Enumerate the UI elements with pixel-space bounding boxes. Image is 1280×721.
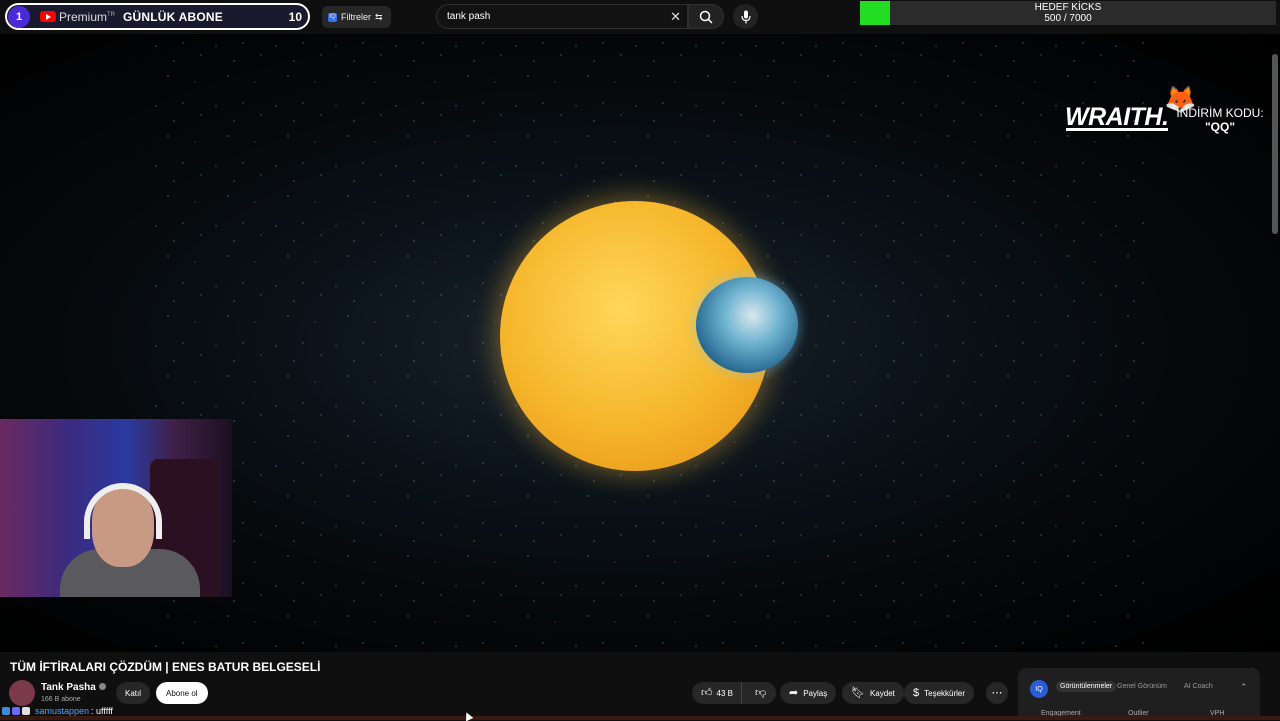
tune-icon: ⇆: [375, 11, 383, 22]
filters-label: Filtreler: [341, 12, 372, 22]
microphone-icon: [740, 10, 751, 23]
youtube-logo-icon: [40, 11, 56, 22]
thumbs-up-icon: 👍︎: [701, 686, 713, 699]
subscriber-start-count: 1: [8, 5, 30, 28]
thanks-label: Teşekkürler: [924, 688, 966, 698]
dislike-button[interactable]: 👎︎: [747, 686, 767, 699]
like-button[interactable]: 👍︎ 43 B: [692, 682, 742, 704]
channel-name-link[interactable]: Tank Pasha: [41, 682, 106, 693]
promo-value: "QQ": [1204, 120, 1236, 134]
share-button[interactable]: ➦ Paylaş: [780, 682, 837, 704]
search-icon: [699, 10, 713, 24]
earth-image: [696, 277, 798, 373]
daily-subscriber-widget: 1 PremiumTR GÜNLÜK ABONE 10: [5, 3, 310, 30]
search-query: tank pash: [447, 11, 491, 22]
subscriber-count: 166 B abone: [41, 696, 81, 703]
promo-label: İNDİRİM KODU:: [1176, 106, 1264, 120]
vidiq-panel: IQ Görüntülenmeler Genel Görünüm AI Coac…: [1018, 668, 1260, 720]
thanks-button[interactable]: $ Teşekkürler: [904, 682, 975, 704]
like-count: 43 B: [716, 688, 733, 698]
streamer-webcam: [0, 419, 232, 597]
search-input[interactable]: tank pash ✕: [436, 4, 688, 29]
more-horizontal-icon: ⋯: [991, 686, 1003, 699]
bookmark-icon: 🔖︎: [851, 686, 865, 699]
premium-label: PremiumTR: [59, 9, 116, 24]
page-scrollbar[interactable]: [1272, 54, 1278, 234]
channel-avatar[interactable]: [9, 680, 35, 706]
voice-search-button[interactable]: [733, 4, 758, 29]
like-dislike-group: 👍︎ 43 B 👎︎: [692, 682, 776, 704]
kicks-goal-bar: HEDEF KİCKS 500 / 7000: [860, 1, 1276, 25]
tab-views[interactable]: Görüntülenmeler: [1056, 681, 1117, 692]
iq-badge-icon: IQ: [328, 12, 337, 22]
video-progress-track[interactable]: [0, 716, 1280, 720]
tab-ai-coach[interactable]: AI Coach: [1184, 683, 1213, 690]
chevron-up-icon[interactable]: ⌃: [1240, 682, 1248, 693]
goal-text: HEDEF KİCKS 500 / 7000: [860, 2, 1276, 24]
top-overlay-bar: 1 PremiumTR GÜNLÜK ABONE 10 IQ Filtreler…: [0, 0, 1280, 34]
subscribe-button[interactable]: Abone ol: [156, 682, 208, 704]
save-button[interactable]: 🔖︎ Kaydet: [842, 682, 904, 704]
daily-subscriber-label: GÜNLÜK ABONE: [123, 9, 223, 24]
sponsor-underline: [1066, 128, 1168, 131]
goal-title: HEDEF KİCKS: [1034, 2, 1102, 13]
vidiq-logo-icon: IQ: [1030, 680, 1048, 698]
filters-button[interactable]: IQ Filtreler ⇆: [322, 6, 391, 28]
chat-text: : ufffff: [91, 706, 113, 716]
subscriber-goal-count: 10: [288, 9, 302, 24]
share-icon: ➦: [789, 686, 799, 699]
chat-badge-icon: [12, 707, 20, 715]
thumbs-down-icon: 👎︎: [754, 686, 767, 699]
goal-progress-text: 500 / 7000: [1044, 13, 1092, 24]
save-label: Kaydet: [869, 688, 895, 698]
verified-icon: [98, 683, 106, 690]
clear-search-icon[interactable]: ✕: [670, 9, 681, 25]
search-button[interactable]: [688, 4, 724, 29]
super-thanks-icon: $: [913, 686, 920, 699]
join-button[interactable]: Katıl: [116, 682, 151, 704]
share-label: Paylaş: [803, 688, 828, 698]
promo-code: İNDİRİM KODU: "QQ": [1174, 106, 1266, 134]
more-actions-button[interactable]: ⋯: [986, 682, 1008, 704]
chat-badge-icon: [22, 707, 30, 715]
tab-overview[interactable]: Genel Görünüm: [1117, 683, 1167, 690]
chat-message: samustappen : ufffff: [2, 704, 113, 718]
video-title: TÜM İFTİRALARI ÇÖZDÜM | ENES BATUR BELGE…: [10, 660, 321, 674]
chat-badge-icon: [2, 707, 10, 715]
chat-username: samustappen: [35, 706, 90, 716]
